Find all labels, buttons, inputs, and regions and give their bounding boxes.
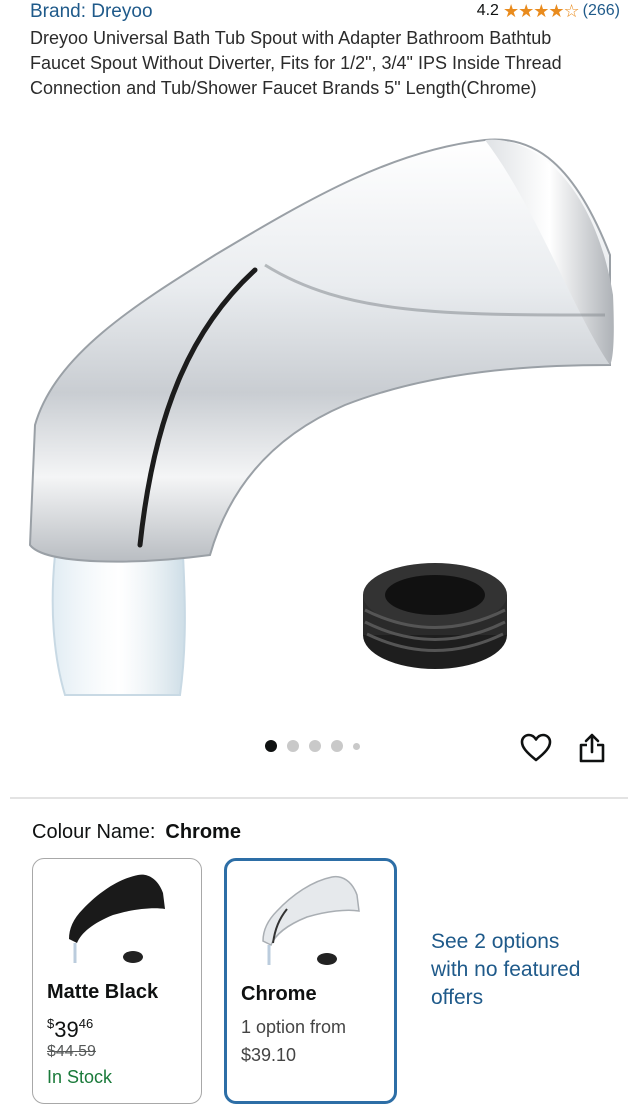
colour-option-matte-black[interactable]: Matte Black $3946 $44.59 In Stock bbox=[32, 858, 202, 1104]
star-rating-icon: ★★★★☆ bbox=[502, 1, 580, 21]
brand-rating-row: Brand: Dreyoo 4.2 ★★★★☆ (266) bbox=[30, 0, 620, 24]
product-image[interactable] bbox=[15, 125, 625, 705]
matte-black-spout-thumbnail bbox=[69, 874, 165, 963]
carousel-dot[interactable] bbox=[309, 740, 321, 752]
product-header: Brand: Dreyoo 4.2 ★★★★☆ (266) Dreyoo Uni… bbox=[30, 0, 620, 101]
colour-selected-value: Chrome bbox=[165, 821, 241, 843]
carousel-dot[interactable] bbox=[287, 740, 299, 752]
section-divider bbox=[10, 797, 628, 799]
option-name: Matte Black bbox=[47, 981, 159, 1003]
chrome-spout-thumbnail bbox=[262, 875, 360, 965]
brand-link[interactable]: Brand: Dreyoo bbox=[30, 0, 153, 24]
option-price: $3946 bbox=[47, 1016, 94, 1042]
colour-option-chrome[interactable]: Chrome 1 option from $39.10 bbox=[224, 858, 397, 1104]
option-name: Chrome bbox=[241, 983, 317, 1005]
carousel-dot[interactable] bbox=[353, 742, 360, 750]
share-icon[interactable] bbox=[578, 732, 606, 764]
product-title: Dreyoo Universal Bath Tub Spout with Ada… bbox=[30, 28, 562, 98]
rating-summary[interactable]: 4.2 ★★★★☆ (266) bbox=[477, 0, 620, 22]
heart-icon[interactable] bbox=[520, 733, 552, 763]
tub-spout-image bbox=[28, 138, 614, 696]
option-availability-text: 1 option from $39.10 bbox=[241, 1017, 347, 1065]
colour-label: Colour Name: bbox=[32, 821, 156, 843]
option-was-price: $44.59 bbox=[47, 1043, 96, 1060]
image-carousel-dots[interactable] bbox=[265, 740, 360, 752]
option-availability: In Stock bbox=[47, 1067, 113, 1087]
review-count-link[interactable]: (266) bbox=[583, 0, 620, 22]
carousel-dot[interactable] bbox=[331, 740, 343, 752]
rating-value: 4.2 bbox=[476, 2, 499, 19]
see-options-link[interactable]: See 2 options with no featured offers bbox=[431, 928, 591, 1012]
colour-name-row: Colour Name: Chrome bbox=[32, 818, 241, 846]
carousel-dot-active[interactable] bbox=[265, 740, 277, 752]
